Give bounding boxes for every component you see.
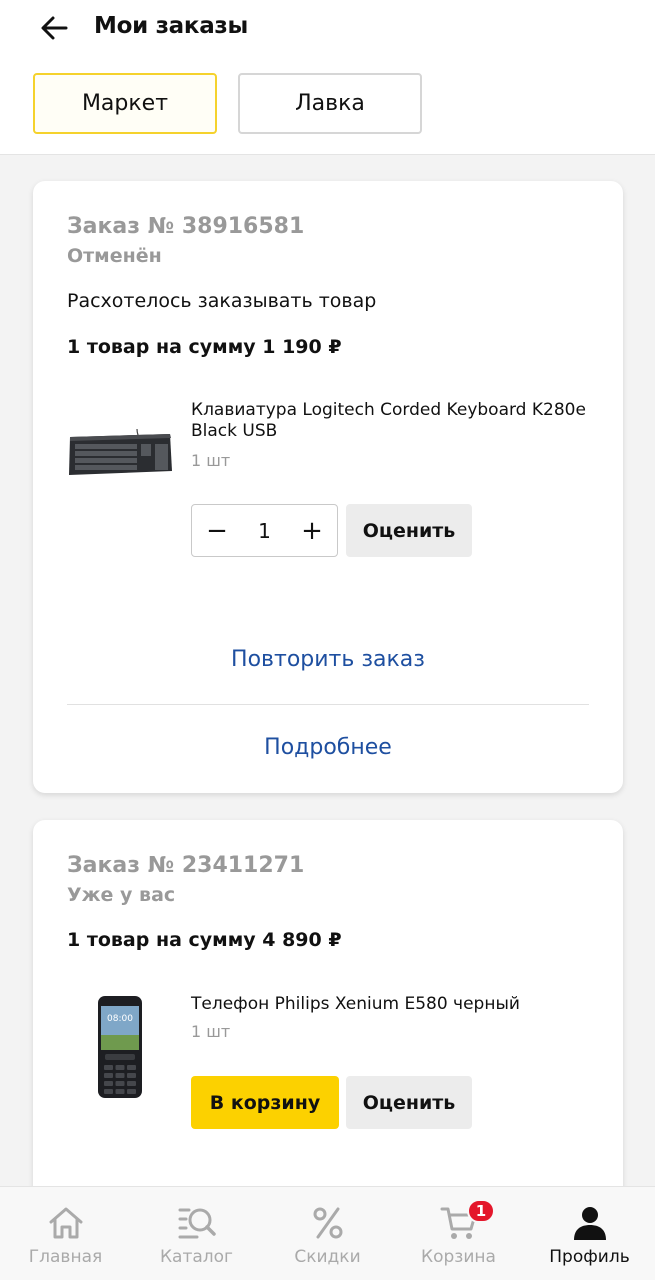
divider (67, 704, 589, 705)
arrow-left-icon (41, 16, 68, 40)
details-link[interactable]: Подробнее (33, 735, 623, 760)
catalog-search-icon (178, 1208, 216, 1239)
tab-label: Главная (28, 1247, 103, 1267)
tab-catalog[interactable]: Каталог (131, 1187, 262, 1280)
product-name[interactable]: Клавиатура Logitech Corded Keyboard K280… (191, 400, 591, 442)
keyboard-image[interactable] (67, 428, 173, 481)
tab-discounts[interactable]: Скидки (262, 1187, 393, 1280)
add-to-cart-button[interactable]: В корзину (191, 1076, 339, 1129)
profile-icon (573, 1207, 606, 1240)
decrement-button[interactable]: − (204, 518, 230, 544)
order-status: Уже у вас (67, 884, 176, 906)
cart-badge: 1 (467, 1199, 495, 1223)
order-status: Отменён (67, 245, 162, 267)
tab-label: Корзина (421, 1247, 496, 1267)
tab-cart[interactable]: 1 Корзина (393, 1187, 524, 1280)
tab-label: Скидки (294, 1247, 361, 1267)
home-icon (49, 1207, 82, 1239)
order-summary: 1 товар на сумму 4 890 ₽ (67, 929, 342, 951)
rate-button[interactable]: Оценить (346, 1076, 472, 1129)
back-button[interactable] (34, 10, 74, 46)
product-name[interactable]: Телефон Philips Xenium E580 черный (191, 994, 591, 1015)
cancel-reason: Расхотелось заказывать товар (67, 290, 377, 312)
product-qty: 1 шт (191, 451, 231, 470)
quantity-value: 1 (258, 518, 271, 543)
tab-label: Профиль (549, 1247, 630, 1267)
header: Мои заказы Маркет Лавка (0, 0, 655, 155)
rate-button[interactable]: Оценить (346, 504, 472, 557)
page-title: Мои заказы (94, 13, 248, 39)
order-number: Заказ № 38916581 (67, 214, 305, 239)
tab-profile[interactable]: Профиль (524, 1187, 655, 1280)
repeat-order-link[interactable]: Повторить заказ (33, 647, 623, 672)
order-summary: 1 товар на сумму 1 190 ₽ (67, 336, 342, 358)
phone-image[interactable]: 08:00 (97, 995, 143, 1103)
percent-icon (313, 1207, 342, 1239)
order-card: Заказ № 23411271 Уже у вас 1 товар на су… (33, 820, 623, 1240)
product-qty: 1 шт (191, 1022, 231, 1041)
order-number: Заказ № 23411271 (67, 853, 305, 878)
tab-label: Каталог (159, 1247, 233, 1267)
phone-screen-time: 08:00 (107, 1014, 133, 1024)
bottom-tab-bar: Главная Каталог Скидки 1 Корзина Профиль (0, 1186, 655, 1280)
tab-home[interactable]: Главная (0, 1187, 131, 1280)
segment-lavka[interactable]: Лавка (238, 73, 422, 134)
increment-button[interactable]: + (299, 518, 325, 544)
order-card: Заказ № 38916581 Отменён Расхотелось зак… (33, 181, 623, 793)
segment-market[interactable]: Маркет (33, 73, 217, 134)
quantity-stepper: − 1 + (191, 504, 338, 557)
